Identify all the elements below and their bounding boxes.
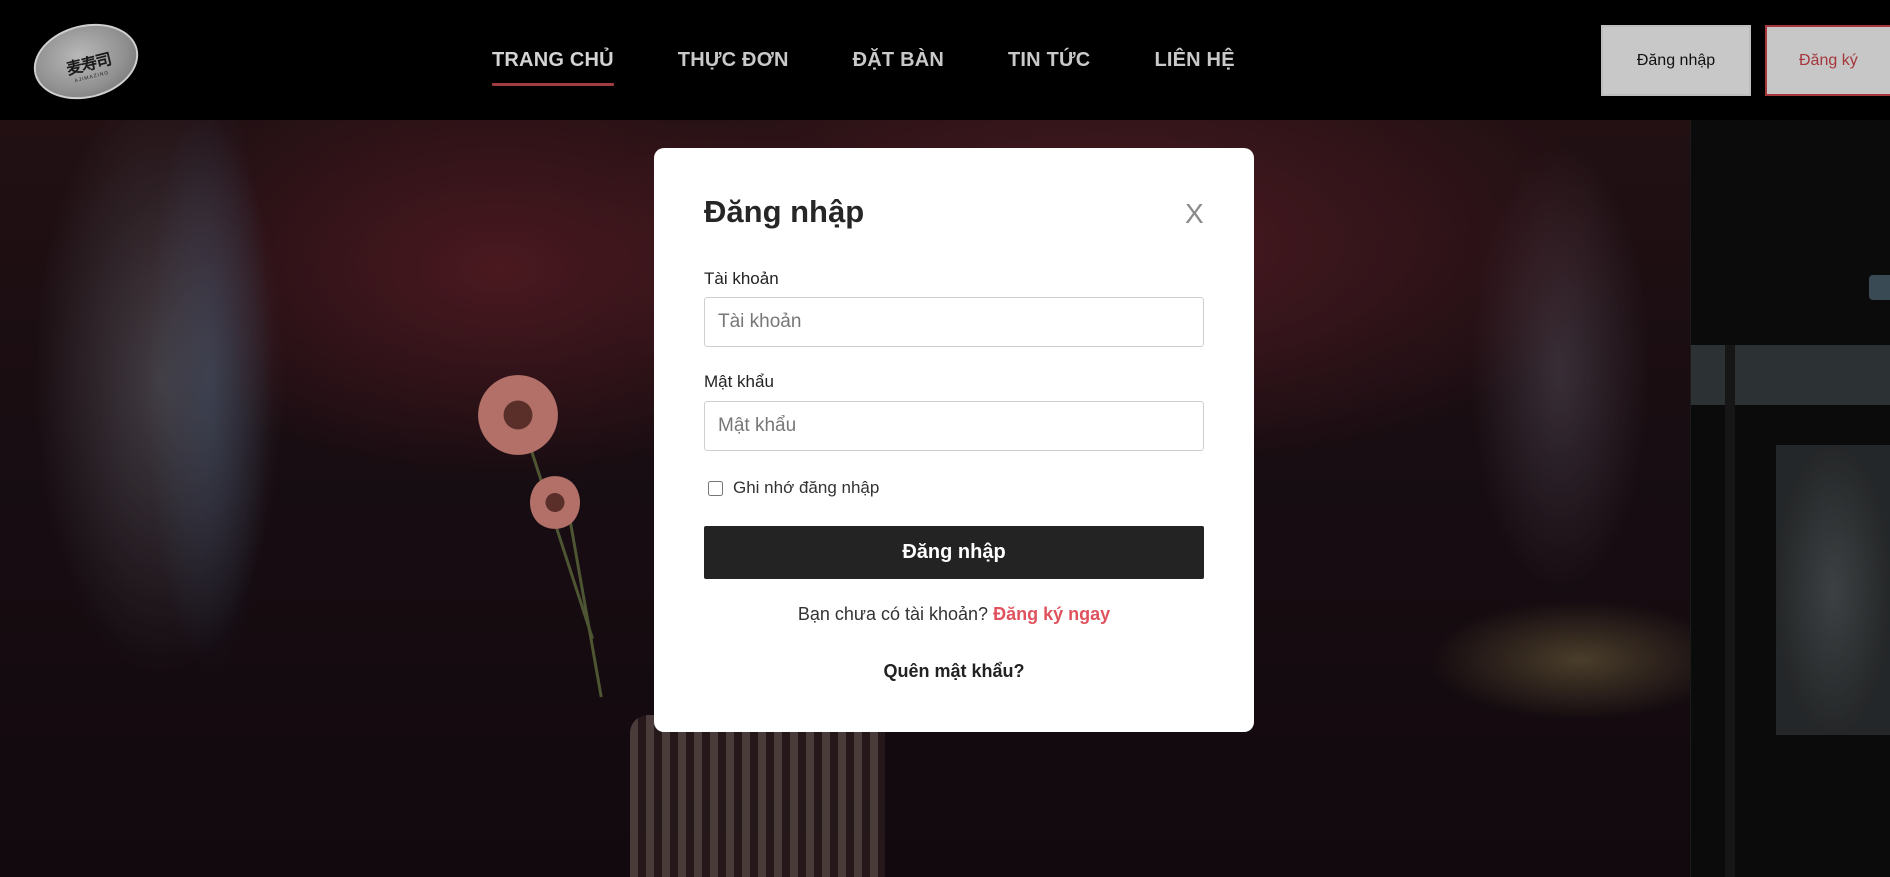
signup-prompt-line: Bạn chưa có tài khoản? Đăng ký ngay: [654, 604, 1254, 625]
modal-title: Đăng nhập: [704, 194, 865, 229]
header-register-button[interactable]: Đăng ký: [1765, 25, 1890, 96]
username-label: Tài khoản: [704, 269, 779, 288]
site-header: 麦寿司 AJIMAZING TRANG CHỦ THỰC ĐƠN ĐẶT BÀN…: [0, 0, 1890, 120]
remember-label: Ghi nhớ đăng nhập: [733, 478, 880, 497]
pole-decoration: [1725, 345, 1735, 877]
username-input[interactable]: [704, 297, 1204, 347]
glass-decoration: [1776, 445, 1890, 735]
nav-item-home[interactable]: TRANG CHỦ: [492, 49, 614, 86]
remember-checkbox[interactable]: [708, 480, 723, 496]
password-input[interactable]: [704, 401, 1204, 451]
background-right-panel: [1690, 120, 1890, 877]
forgot-password-link[interactable]: Quên mật khẩu?: [654, 661, 1254, 682]
brand-logo[interactable]: 麦寿司 AJIMAZING: [25, 13, 147, 110]
login-submit-button[interactable]: Đăng nhập: [704, 526, 1204, 579]
nav-item-menu[interactable]: THỰC ĐƠN: [678, 49, 789, 72]
nav-item-news[interactable]: TIN TỨC: [1008, 49, 1090, 72]
nav-item-booking[interactable]: ĐẶT BÀN: [853, 49, 944, 72]
signup-prompt-text: Bạn chưa có tài khoản?: [797, 604, 989, 624]
close-icon[interactable]: X: [1185, 198, 1204, 230]
signup-link[interactable]: Đăng ký ngay: [993, 604, 1110, 624]
lamp-decoration: [1869, 275, 1890, 300]
flower-stem: [565, 499, 603, 698]
flower-image: [478, 375, 558, 455]
window-decoration: [1691, 345, 1890, 405]
login-modal: Đăng nhập X Tài khoản Mật khẩu Ghi nhớ đ…: [654, 148, 1254, 732]
vase-image: [630, 715, 885, 877]
nav-item-contact[interactable]: LIÊN HỆ: [1154, 49, 1234, 72]
main-nav: TRANG CHỦ THỰC ĐƠN ĐẶT BÀN TIN TỨC LIÊN …: [492, 0, 1299, 120]
password-label: Mật khẩu: [704, 372, 774, 391]
remember-me: Ghi nhớ đăng nhập: [708, 478, 879, 498]
flower-image: [530, 475, 580, 530]
header-login-button[interactable]: Đăng nhập: [1601, 25, 1751, 96]
